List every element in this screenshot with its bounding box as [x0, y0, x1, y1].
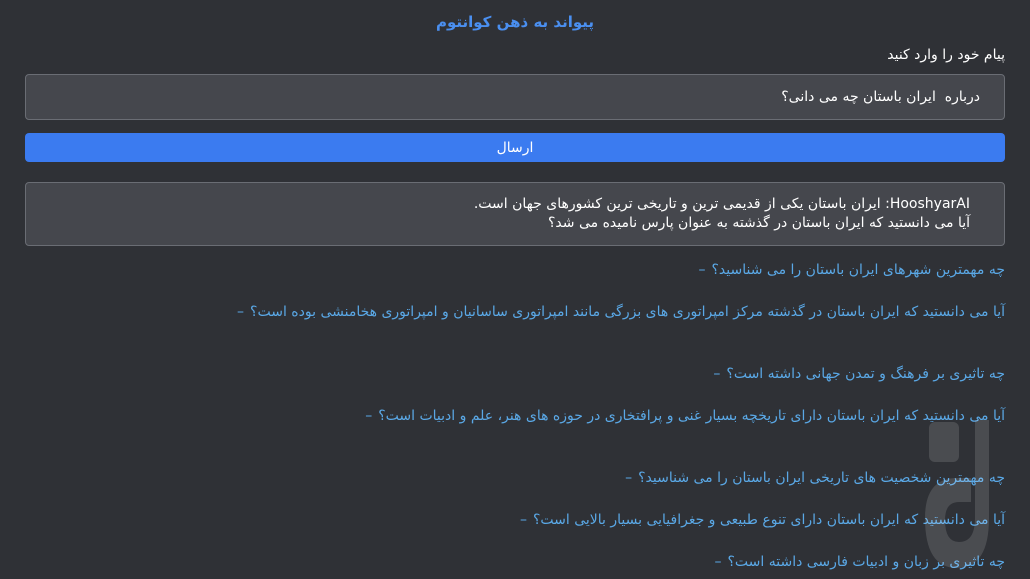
ai-response-line-2: آیا می دانستید که ایران باستان در گذشته …: [547, 215, 970, 231]
suggested-question[interactable]: چه مهمترین شهرهای ایران باستان را می شنا…: [25, 260, 1006, 302]
suggested-question[interactable]: آیا می دانستید که ایران باستان در گذشته …: [25, 302, 1005, 364]
send-button[interactable]: ارسال: [25, 133, 1005, 162]
message-input[interactable]: [25, 74, 1005, 120]
message-prompt-label: پیام خود را وارد کنید: [887, 47, 1005, 63]
suggested-question[interactable]: چه مهمترین شخصیت های تاریخی ایران باستان…: [25, 468, 1005, 510]
chat-page: پیواند به ذهن کوانتوم پیام خود را وارد ک…: [0, 0, 1030, 579]
suggested-question[interactable]: آیا می دانستید که ایران باستان دارای تنو…: [25, 510, 1005, 552]
ai-response-box: HooshyarAI: ایران باستان یکی از قدیمی تر…: [25, 182, 1005, 246]
suggested-questions-list: چه مهمترین شهرهای ایران باستان را می شنا…: [25, 260, 1005, 576]
ai-response-line-1: HooshyarAI: ایران باستان یکی از قدیمی تر…: [473, 196, 970, 212]
suggested-question[interactable]: چه تاثیری بر زبان و ادبیات فارسی داشته ا…: [25, 552, 1005, 576]
suggested-question[interactable]: چه تاثیری بر فرهنگ و تمدن جهانی داشته اس…: [25, 364, 1005, 406]
suggested-question[interactable]: آیا می دانستید که ایران باستان دارای تار…: [25, 406, 1005, 468]
page-title: پیواند به ذهن کوانتوم: [435, 13, 594, 31]
